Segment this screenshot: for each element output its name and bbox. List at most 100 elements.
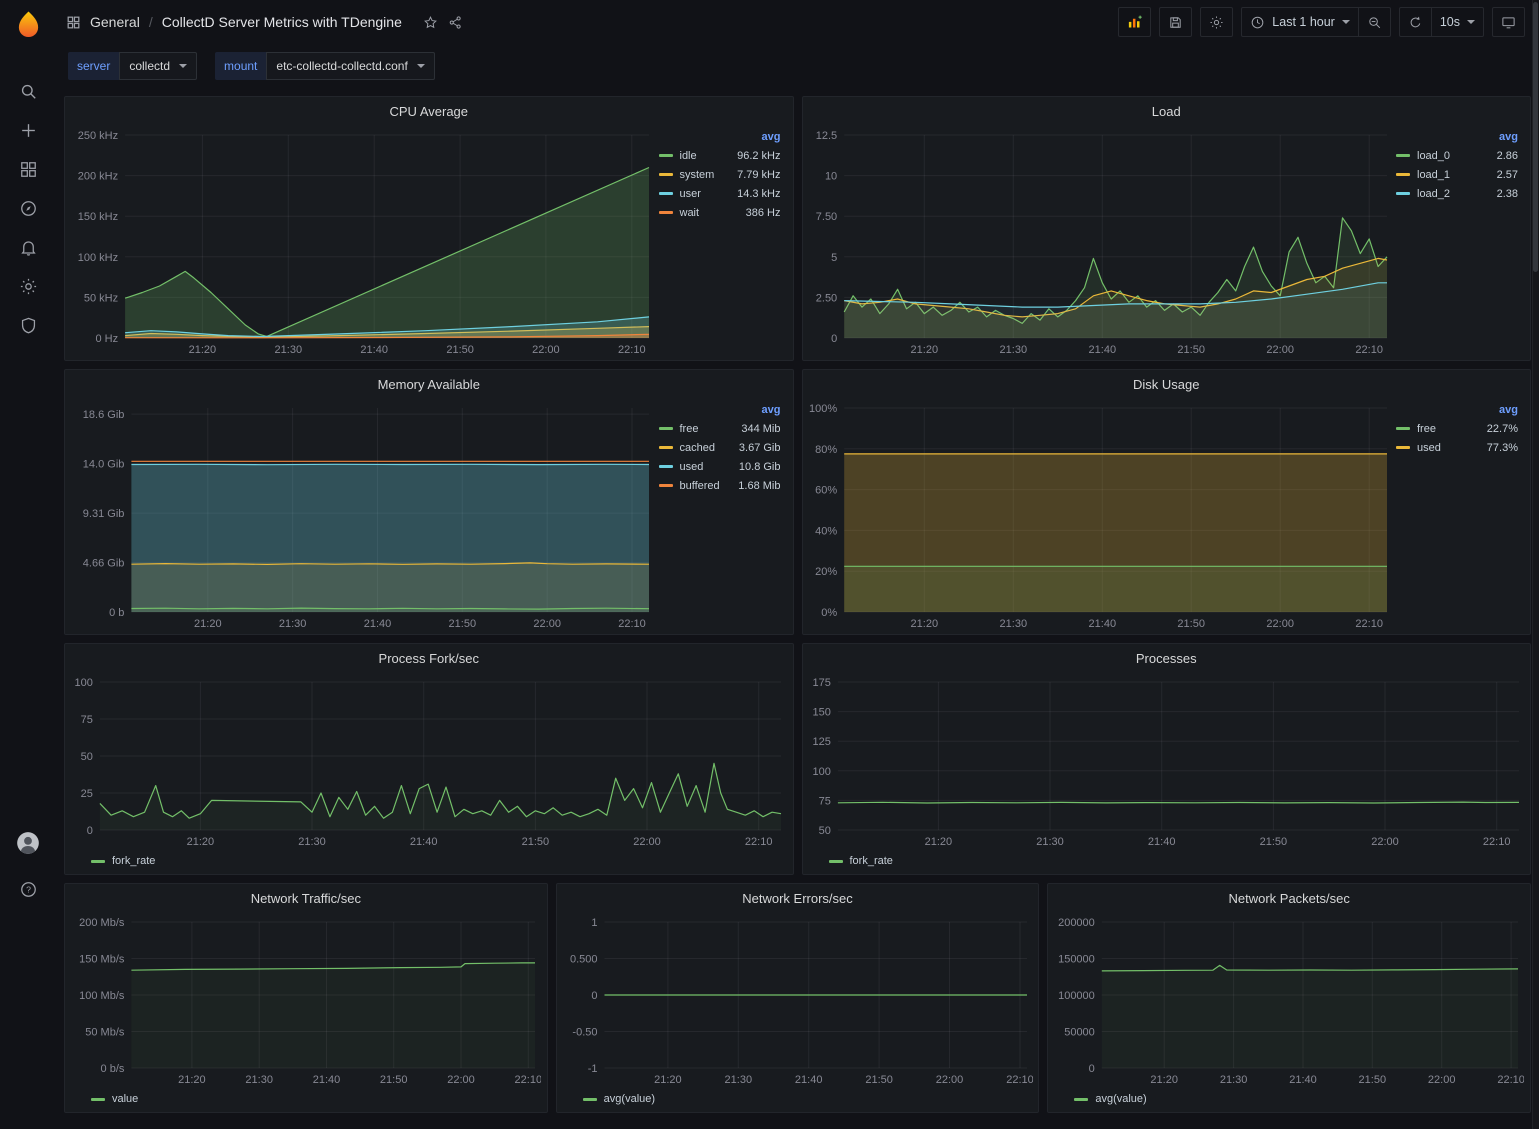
panel-title[interactable]: Network Packets/sec <box>1048 884 1530 912</box>
panel-title[interactable]: Network Traffic/sec <box>65 884 547 912</box>
disk-usage-chart[interactable]: 0%20%40%60%80%100%21:2021:3021:4021:5022… <box>807 398 1393 632</box>
cycle-view-mode-button[interactable] <box>1492 7 1525 37</box>
panel-title[interactable]: Load <box>803 97 1531 125</box>
svg-text:-1: -1 <box>587 1063 597 1075</box>
panel-title[interactable]: CPU Average <box>65 97 793 125</box>
alerting-bell-icon[interactable] <box>6 228 50 267</box>
legend-item-used[interactable]: used77.3% <box>1396 438 1518 457</box>
zoom-out-button[interactable] <box>1359 7 1391 37</box>
refresh-group: 10s <box>1399 7 1484 37</box>
panel-title[interactable]: Disk Usage <box>803 370 1531 398</box>
svg-text:21:40: 21:40 <box>1088 618 1116 630</box>
svg-text:50: 50 <box>818 825 830 837</box>
svg-text:21:40: 21:40 <box>360 344 388 356</box>
legend-item-wait[interactable]: wait386 Hz <box>659 203 781 222</box>
process-fork-chart[interactable]: 025507510021:2021:3021:4021:5022:0022:10 <box>69 672 787 850</box>
legend-item-fork_rate[interactable]: fork_rate <box>91 855 155 867</box>
legend-item-avg(value)[interactable]: avg(value) <box>583 1093 655 1105</box>
legend-item-free[interactable]: free344 Mib <box>659 419 781 438</box>
network-errors-chart[interactable]: -1-0.5000.500121:2021:3021:4021:5022:002… <box>561 912 1033 1088</box>
series-color-swatch <box>1074 1098 1088 1101</box>
variable-server-label: server <box>68 52 119 80</box>
memory-available-chart[interactable]: 0 b4.66 Gib9.31 Gib14.0 Gib18.6 Gib21:20… <box>69 398 655 632</box>
refresh-button[interactable] <box>1399 7 1432 37</box>
legend-series-name: cached <box>680 442 715 454</box>
svg-text:21:50: 21:50 <box>865 1074 893 1086</box>
cpu-average-chart[interactable]: 0 Hz50 kHz100 kHz150 kHz200 kHz250 kHz21… <box>69 125 655 358</box>
configuration-gear-icon[interactable] <box>6 267 50 306</box>
legend-item-user[interactable]: user14.3 kHz <box>659 184 781 203</box>
series-color-swatch <box>1396 427 1410 430</box>
legend-item-idle[interactable]: idle96.2 kHz <box>659 146 781 165</box>
svg-text:200 Mb/s: 200 Mb/s <box>79 917 125 929</box>
variable-mount-value: etc-collectd-collectd.conf <box>276 59 407 73</box>
scrollbar[interactable] <box>1532 0 1539 1129</box>
panel-title[interactable]: Network Errors/sec <box>557 884 1039 912</box>
network-traffic-legend: value <box>69 1088 541 1110</box>
svg-text:0 b/s: 0 b/s <box>101 1063 125 1075</box>
panel-title[interactable]: Process Fork/sec <box>65 644 793 672</box>
save-dashboard-button[interactable] <box>1159 7 1192 37</box>
help-icon[interactable]: ? <box>6 870 50 909</box>
search-icon[interactable] <box>6 72 50 111</box>
create-plus-icon[interactable] <box>6 111 50 150</box>
scrollbar-thumb[interactable] <box>1533 2 1538 272</box>
disk-usage-legend: avgfree22.7%used77.3% <box>1392 398 1524 632</box>
svg-text:21:20: 21:20 <box>1151 1074 1179 1086</box>
grafana-logo-icon[interactable] <box>12 9 45 42</box>
chart-svg: -1-0.5000.500121:2021:3021:4021:5022:002… <box>561 912 1033 1088</box>
panel-title-text: Process Fork/sec <box>379 651 479 666</box>
legend-item-load_0[interactable]: load_02.86 <box>1396 146 1518 165</box>
dashboard-settings-button[interactable] <box>1200 7 1233 37</box>
panel-row-4: Network Traffic/sec 0 b/s50 Mb/s100 Mb/s… <box>64 883 1531 1113</box>
share-icon[interactable] <box>448 15 463 30</box>
dashboard-title[interactable]: CollectD Server Metrics with TDengine <box>162 14 402 30</box>
variable-server-value: collectd <box>129 59 170 73</box>
svg-text:21:50: 21:50 <box>1177 618 1205 630</box>
svg-text:100 kHz: 100 kHz <box>78 252 118 264</box>
legend-item-system[interactable]: system7.79 kHz <box>659 165 781 184</box>
panel-row-1: CPU Average 0 Hz50 kHz100 kHz150 kHz200 … <box>64 96 1531 361</box>
panel-title[interactable]: Memory Available <box>65 370 793 398</box>
dashboards-icon[interactable] <box>6 150 50 189</box>
refresh-interval-button[interactable]: 10s <box>1432 7 1484 37</box>
breadcrumb-folder[interactable]: General <box>90 14 140 30</box>
legend-series-avg-value: 386 Hz <box>746 207 781 219</box>
explore-compass-icon[interactable] <box>6 189 50 228</box>
legend-series-avg-value: 3.67 Gib <box>739 442 781 454</box>
network-traffic-chart[interactable]: 0 b/s50 Mb/s100 Mb/s150 Mb/s200 Mb/s21:2… <box>69 912 541 1088</box>
time-range-button[interactable]: Last 1 hour <box>1241 7 1359 37</box>
server-admin-shield-icon[interactable] <box>6 306 50 345</box>
svg-text:18.6 Gib: 18.6 Gib <box>83 409 125 421</box>
svg-text:40%: 40% <box>815 525 837 537</box>
legend-item-buffered[interactable]: buffered1.68 Mib <box>659 476 781 495</box>
panel-title[interactable]: Processes <box>803 644 1531 672</box>
legend-item-load_1[interactable]: load_12.57 <box>1396 165 1518 184</box>
processes-chart[interactable]: 507510012515017521:2021:3021:4021:5022:0… <box>807 672 1525 850</box>
legend-item-used[interactable]: used10.8 Gib <box>659 457 781 476</box>
panel-network-errors: Network Errors/sec -1-0.5000.500121:2021… <box>556 883 1040 1113</box>
svg-text:100000: 100000 <box>1058 990 1095 1002</box>
legend-series-name: system <box>680 169 715 181</box>
legend-item-value[interactable]: value <box>91 1093 138 1105</box>
star-icon[interactable] <box>423 15 438 30</box>
breadcrumb-separator: / <box>149 14 153 30</box>
network-errors-legend: avg(value) <box>561 1088 1033 1110</box>
svg-text:100%: 100% <box>809 403 837 415</box>
legend-item-avg(value)[interactable]: avg(value) <box>1074 1093 1146 1105</box>
add-panel-button[interactable] <box>1118 7 1151 37</box>
refresh-icon <box>1408 15 1423 30</box>
load-chart[interactable]: 02.5057.501012.521:2021:3021:4021:5022:0… <box>807 125 1393 358</box>
panel-memory-available: Memory Available 0 b4.66 Gib9.31 Gib14.0… <box>64 369 794 635</box>
variable-mount: mount etc-collectd-collectd.conf <box>215 52 435 80</box>
legend-item-fork_rate[interactable]: fork_rate <box>829 855 893 867</box>
variable-server-value-dropdown[interactable]: collectd <box>119 52 197 80</box>
legend-item-free[interactable]: free22.7% <box>1396 419 1518 438</box>
chevron-down-icon <box>417 64 425 68</box>
user-avatar[interactable] <box>15 830 41 856</box>
legend-item-load_2[interactable]: load_22.38 <box>1396 184 1518 203</box>
legend-item-cached[interactable]: cached 3.67 Gib <box>659 438 781 457</box>
network-packets-chart[interactable]: 05000010000015000020000021:2021:3021:402… <box>1052 912 1524 1088</box>
memory-available-legend: avgfree344 Mibcached3.67 Gibused10.8 Gib… <box>655 398 787 632</box>
variable-mount-value-dropdown[interactable]: etc-collectd-collectd.conf <box>266 52 434 80</box>
